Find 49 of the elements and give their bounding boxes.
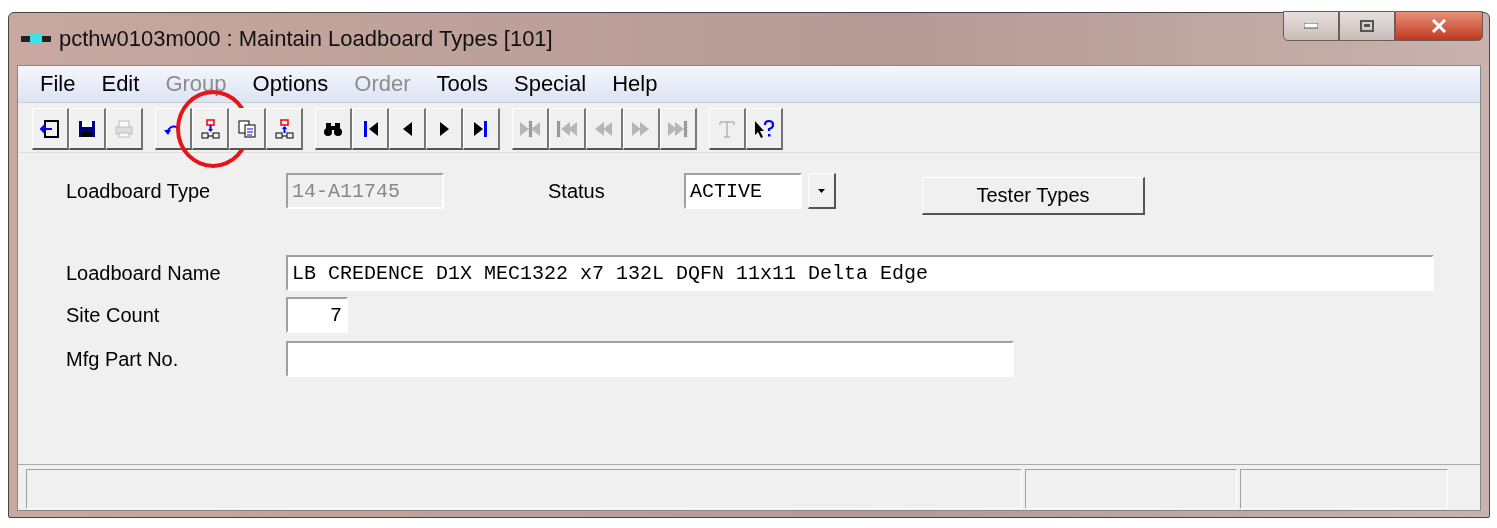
field-label: Loadboard Name <box>66 261 222 285</box>
field-label: Site Count <box>66 303 161 327</box>
toolbar-button[interactable] <box>315 108 352 150</box>
mfg-part-no-field[interactable] <box>286 341 1014 377</box>
minimize-button[interactable] <box>1283 11 1339 41</box>
toolbar-button[interactable] <box>155 108 192 150</box>
loadboard-name-field[interactable]: LB CREDENCE D1X MEC1322 x7 132L DQFN 11x11 Delta Edge <box>286 255 1434 291</box>
caret-icon <box>818 188 825 193</box>
toolbar-button[interactable] <box>746 108 783 150</box>
toolbar-button[interactable] <box>229 108 266 150</box>
menu-item[interactable]: Options <box>240 71 343 97</box>
close-button[interactable] <box>1395 11 1483 41</box>
toolbar-button[interactable] <box>266 108 303 150</box>
site-count-field[interactable]: 7 <box>286 297 348 333</box>
toolbar-button[interactable] <box>426 108 463 150</box>
field-label: Status <box>548 179 606 203</box>
field-label: Mfg Part No. <box>66 347 180 371</box>
close-icon <box>1431 19 1447 33</box>
minimize-icon <box>1304 23 1318 29</box>
letter-t-icon <box>717 118 737 139</box>
field-label: Loadboard Type <box>66 179 212 203</box>
toolbar-button[interactable] <box>389 108 426 150</box>
save-icon <box>77 118 97 139</box>
toolbar-button[interactable] <box>352 108 389 150</box>
pointer-question-icon <box>754 118 774 139</box>
menu-item[interactable]: File <box>28 71 90 97</box>
menu-item[interactable]: Special <box>501 71 601 97</box>
menu-item[interactable]: Help <box>600 71 672 97</box>
status-field[interactable]: ACTIVE <box>684 173 802 209</box>
menu-item[interactable]: Edit <box>89 71 154 97</box>
app-icon <box>21 34 51 44</box>
insert-node-icon <box>200 118 220 139</box>
tester-types-button[interactable]: Tester Types <box>922 177 1145 215</box>
split-arrows-icon <box>520 118 540 139</box>
copy-documents-icon <box>237 118 257 139</box>
printer-icon <box>114 118 134 139</box>
toolbar-button[interactable] <box>69 108 106 150</box>
toolbar-button[interactable] <box>192 108 229 150</box>
maximize-icon <box>1360 20 1374 32</box>
first-set-icon <box>557 118 577 139</box>
toolbar-button[interactable] <box>32 108 69 150</box>
exit-icon <box>40 118 60 139</box>
insert-node-icon <box>274 118 294 139</box>
toolbar-button[interactable] <box>463 108 500 150</box>
menu-item[interactable]: Tools <box>424 71 502 97</box>
maximize-button[interactable] <box>1339 11 1395 41</box>
last-set-icon <box>668 118 688 139</box>
window-title: pcthw0103m000 : Maintain Loadboard Types [101] <box>59 26 553 52</box>
dropdown-button[interactable] <box>808 173 836 209</box>
